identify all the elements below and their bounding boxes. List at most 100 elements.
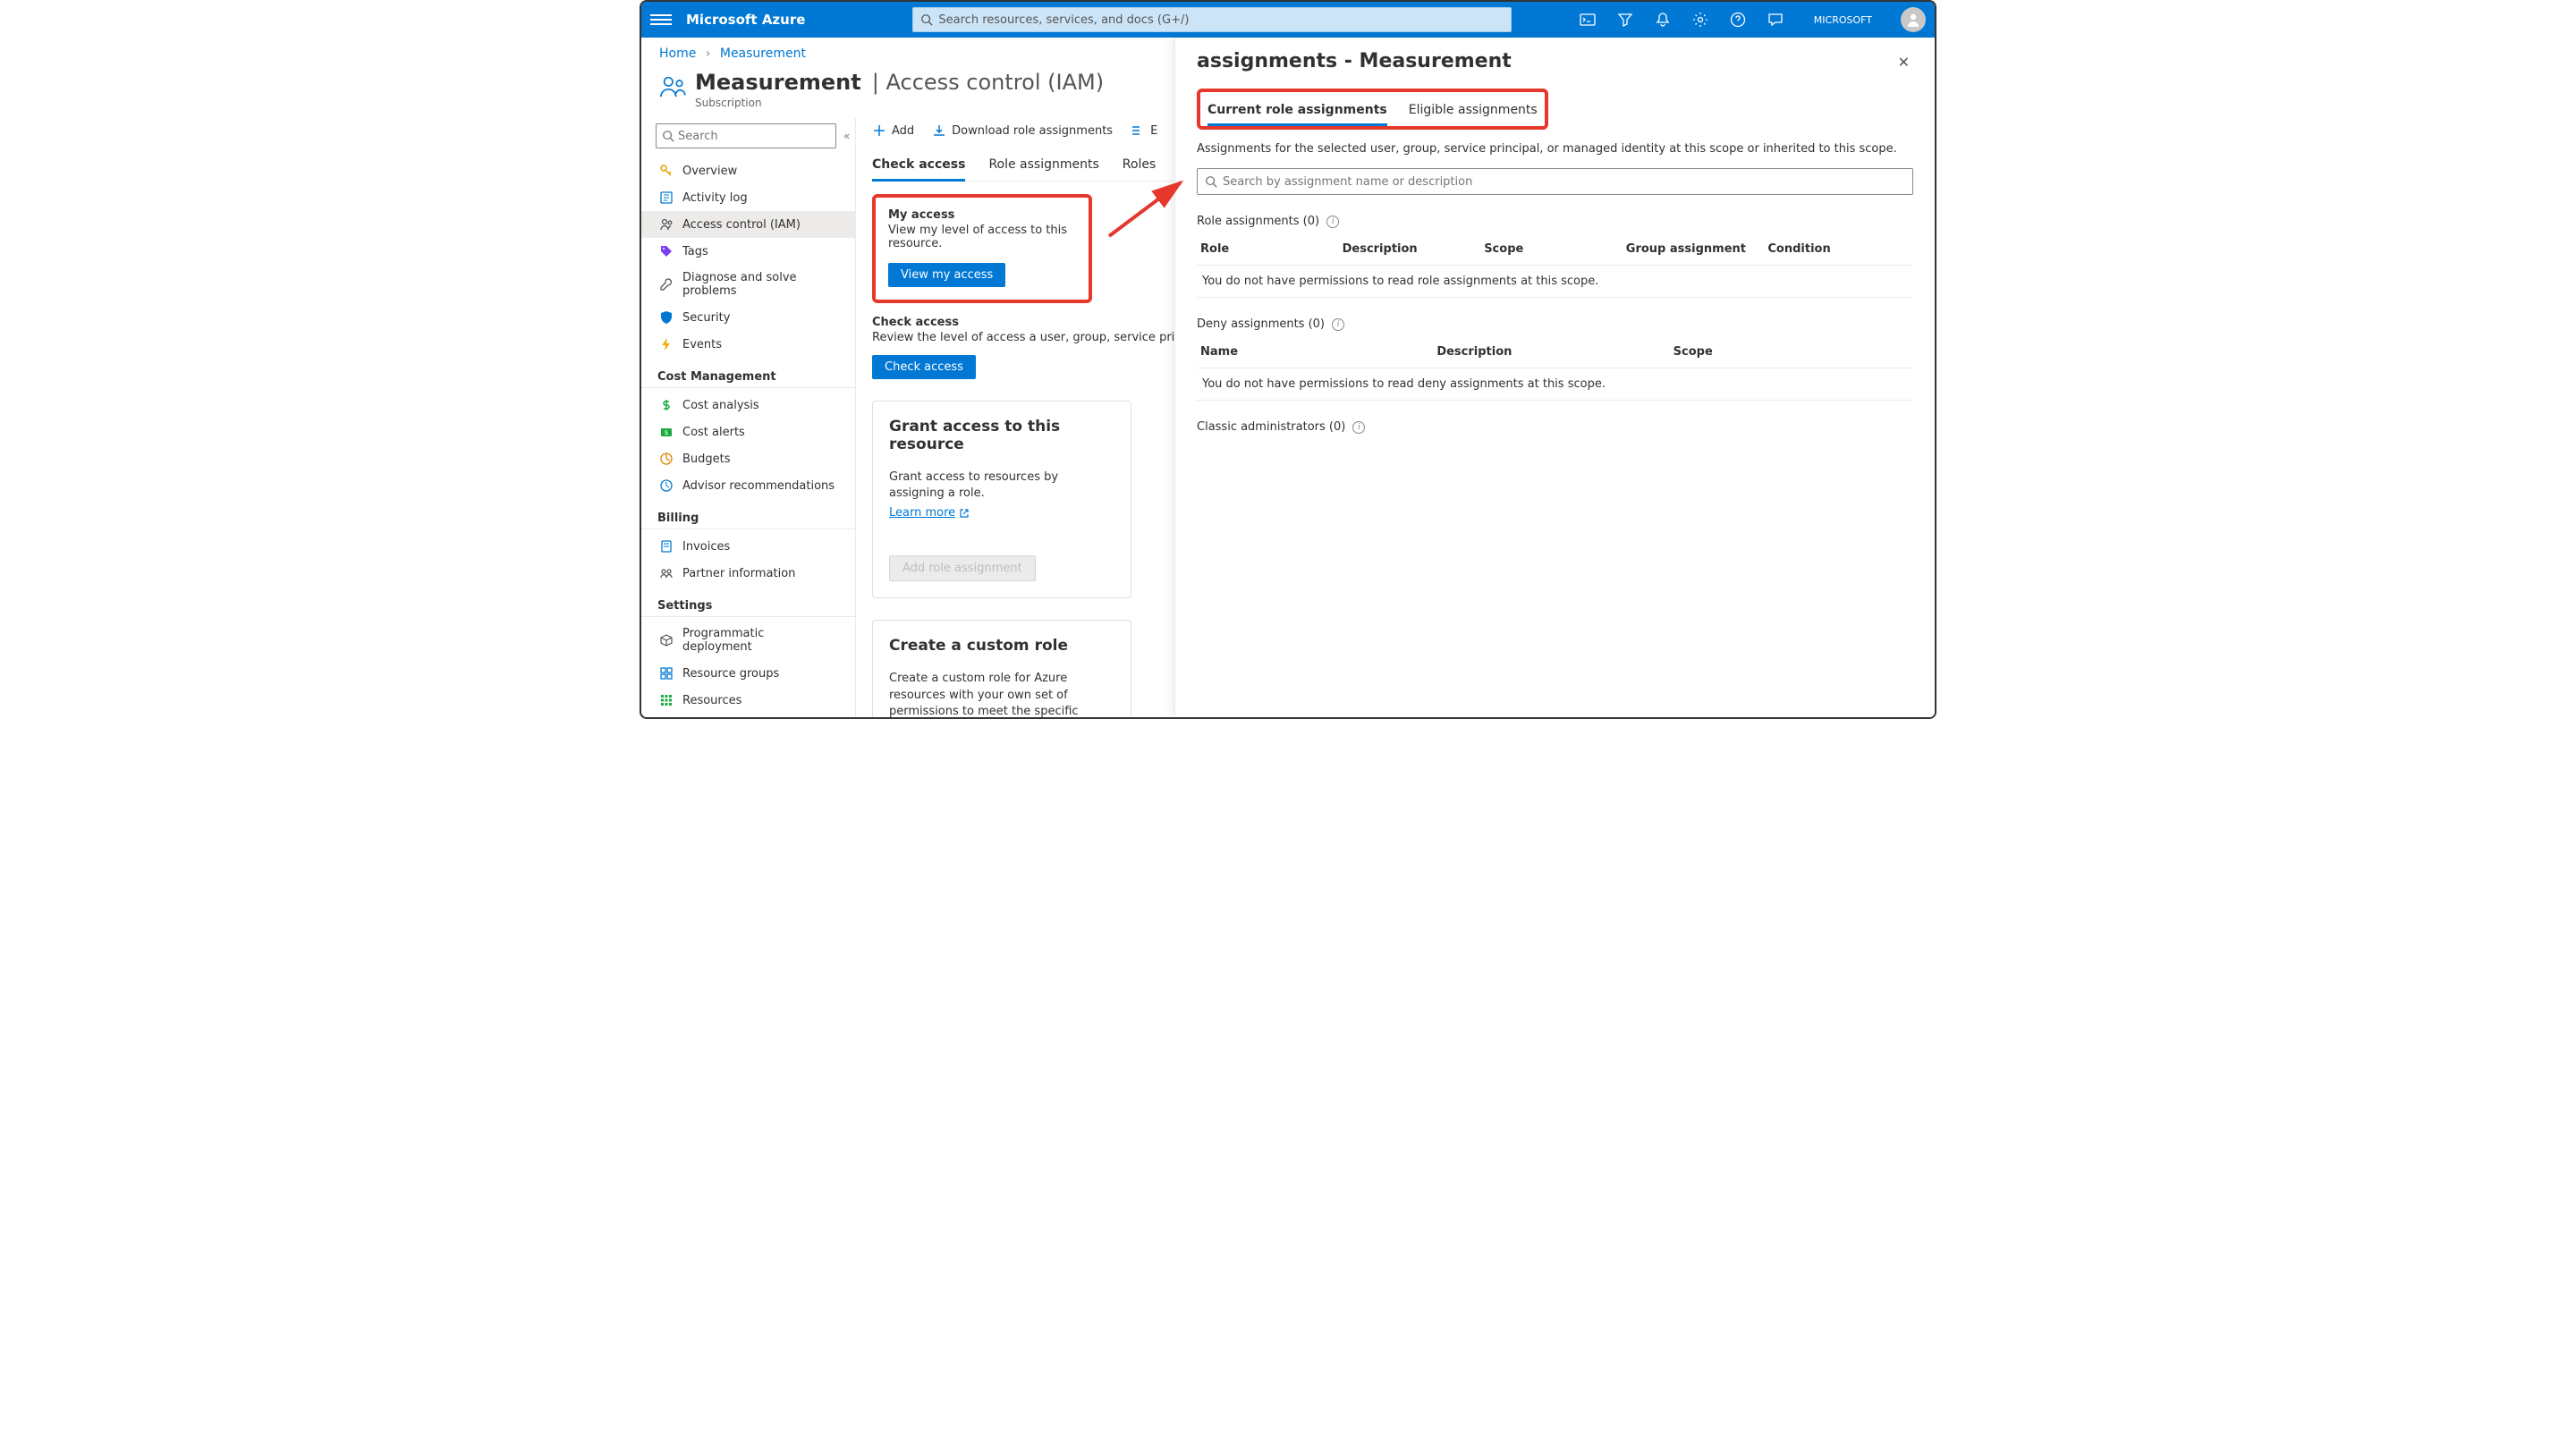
breadcrumb-home[interactable]: Home [659, 47, 696, 61]
hamburger-icon[interactable] [650, 9, 672, 30]
svg-text:$: $ [665, 429, 668, 436]
panel-description: Assignments for the selected user, group… [1197, 142, 1913, 156]
add-role-assignment-button: Add role assignment [889, 555, 1036, 581]
sidebar-item-security[interactable]: Security [641, 304, 855, 331]
my-access-desc: View my level of access to this resource… [888, 224, 1076, 250]
sidebar-item-label: Security [682, 311, 730, 325]
sidebar-item-tags[interactable]: Tags [641, 238, 855, 265]
custom-role-title: Create a custom role [889, 637, 1114, 655]
sidebar-item-label: Resource groups [682, 667, 779, 681]
tab-check-access[interactable]: Check access [872, 150, 965, 181]
close-icon[interactable]: ✕ [1894, 50, 1913, 74]
sidebar-item-label: Resources [682, 694, 741, 707]
tenant-label: MICROSOFT [1814, 14, 1872, 26]
check-access-button[interactable]: Check access [872, 355, 976, 379]
custom-role-card: Create a custom role Create a custom rol… [872, 620, 1131, 719]
classic-admins-label: Classic administrators (0) [1197, 420, 1345, 434]
sidebar-search-input[interactable] [678, 130, 830, 143]
panel-search[interactable] [1197, 168, 1913, 195]
panel-tab-eligible-assignments[interactable]: Eligible assignments [1409, 99, 1538, 126]
sidebar-item-label: Invoices [682, 540, 730, 554]
column-name: Name [1200, 345, 1436, 359]
role-assignments-label: Role assignments (0) [1197, 215, 1319, 228]
dollar-icon [659, 398, 674, 412]
sidebar-item-access-control-iam-[interactable]: Access control (IAM) [641, 211, 855, 238]
sidebar-collapse-icon[interactable]: « [843, 130, 850, 142]
sidebar-item-overview[interactable]: Overview [641, 157, 855, 184]
info-icon[interactable]: i [1352, 421, 1365, 434]
my-access-highlight: My access View my level of access to thi… [872, 194, 1092, 303]
sidebar-item-label: Programmatic deployment [682, 627, 837, 654]
brand-label[interactable]: Microsoft Azure [686, 12, 805, 28]
info-icon[interactable]: i [1332, 318, 1344, 331]
sidebar-item-budgets[interactable]: Budgets [641, 445, 855, 472]
sidebar-item-activity-log[interactable]: Activity log [641, 184, 855, 211]
invoice-icon [659, 539, 674, 554]
sidebar-section-cost-management: Cost Management [641, 358, 855, 388]
grant-access-card: Grant access to this resource Grant acce… [872, 401, 1131, 598]
notifications-icon[interactable] [1655, 12, 1671, 28]
search-icon [1205, 175, 1217, 188]
sidebar-item-label: Activity log [682, 191, 748, 205]
custom-role-desc: Create a custom role for Azure resources… [889, 671, 1114, 719]
panel-tab-current-role-assignments[interactable]: Current role assignments [1208, 99, 1387, 126]
sidebar: « Overview Activity log Access control (IA… [641, 118, 856, 719]
budget-icon [659, 452, 674, 466]
wrench-icon [659, 277, 674, 292]
sidebar-item-cost-alerts[interactable]: $ Cost alerts [641, 419, 855, 445]
sidebar-item-label: Access control (IAM) [682, 218, 801, 232]
global-search[interactable] [912, 7, 1512, 32]
log-icon [659, 190, 674, 205]
breadcrumb-current[interactable]: Measurement [720, 47, 806, 61]
edit-columns-button[interactable]: E [1131, 123, 1157, 138]
sidebar-item-resource-groups[interactable]: Resource groups [641, 660, 855, 687]
column-scope: Scope [1484, 242, 1626, 256]
sidebar-item-diagnose-and-solve-problems[interactable]: Diagnose and solve problems [641, 265, 855, 304]
shield-icon [659, 310, 674, 325]
cloud-shell-icon[interactable] [1580, 12, 1596, 28]
search-icon [662, 130, 674, 142]
sidebar-item-programmatic-deployment[interactable]: Programmatic deployment [641, 621, 855, 660]
deny-empty-message: You do not have permissions to read deny… [1197, 368, 1913, 401]
directory-filter-icon[interactable] [1617, 12, 1633, 28]
grid-icon [659, 693, 674, 707]
sidebar-item-label: Partner information [682, 567, 795, 580]
sidebar-item-invoices[interactable]: Invoices [641, 533, 855, 560]
global-search-input[interactable] [938, 13, 1504, 27]
view-my-access-button[interactable]: View my access [888, 263, 1005, 287]
cube-icon [659, 633, 674, 647]
settings-icon[interactable] [1692, 12, 1708, 28]
column-scope: Scope [1674, 345, 1910, 359]
partner-icon [659, 566, 674, 580]
sidebar-search[interactable] [656, 123, 836, 148]
panel-search-input[interactable] [1223, 175, 1905, 189]
download-button[interactable]: Download role assignments [932, 123, 1113, 138]
alert-badge-icon: $ [659, 425, 674, 439]
info-icon[interactable]: i [1326, 216, 1339, 228]
sidebar-item-events[interactable]: Events [641, 331, 855, 358]
assignments-panel: assignments - Measurement ✕ Current role… [1174, 38, 1935, 717]
sidebar-section-billing: Billing [641, 499, 855, 529]
column-role: Role [1200, 242, 1343, 256]
rg-icon [659, 666, 674, 681]
grant-learn-more-link[interactable]: Learn more [889, 506, 970, 520]
tab-roles[interactable]: Roles [1123, 150, 1156, 181]
sidebar-item-label: Tags [682, 245, 708, 258]
help-icon[interactable] [1730, 12, 1746, 28]
sidebar-item-advisor-recommendations[interactable]: Advisor recommendations [641, 472, 855, 499]
search-icon [920, 13, 933, 26]
resource-kind: Subscription [695, 97, 1104, 109]
sidebar-item-label: Diagnose and solve problems [682, 271, 837, 298]
sidebar-item-label: Cost alerts [682, 426, 745, 439]
sidebar-item-resources[interactable]: Resources [641, 687, 855, 714]
feedback-icon[interactable] [1767, 12, 1784, 28]
my-access-title: My access [888, 208, 1076, 222]
add-button[interactable]: Add [872, 123, 914, 138]
tab-role-assignments[interactable]: Role assignments [988, 150, 1098, 181]
avatar[interactable] [1901, 7, 1926, 32]
sidebar-item-label: Advisor recommendations [682, 479, 835, 493]
columns-icon [1131, 123, 1145, 138]
sidebar-item-partner-information[interactable]: Partner information [641, 560, 855, 587]
sidebar-item-label: Events [682, 338, 722, 351]
sidebar-item-cost-analysis[interactable]: Cost analysis [641, 392, 855, 419]
